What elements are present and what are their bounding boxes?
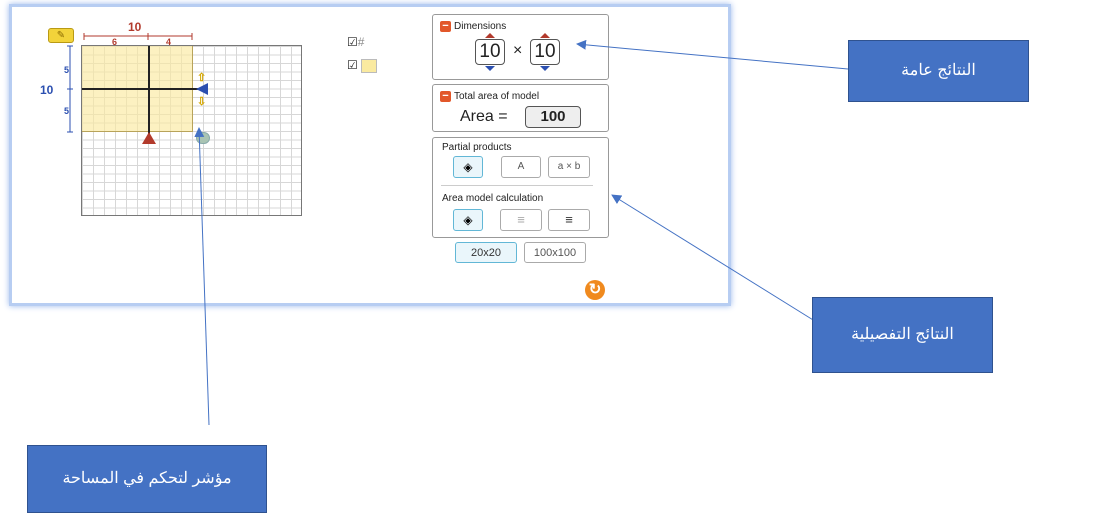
detailed-results-callout: النتائج التفصيلية — [812, 297, 993, 373]
area-control-callout: مؤشر لتحكم في المساحة — [27, 445, 267, 513]
general-results-callout: النتائج عامة — [848, 40, 1029, 102]
